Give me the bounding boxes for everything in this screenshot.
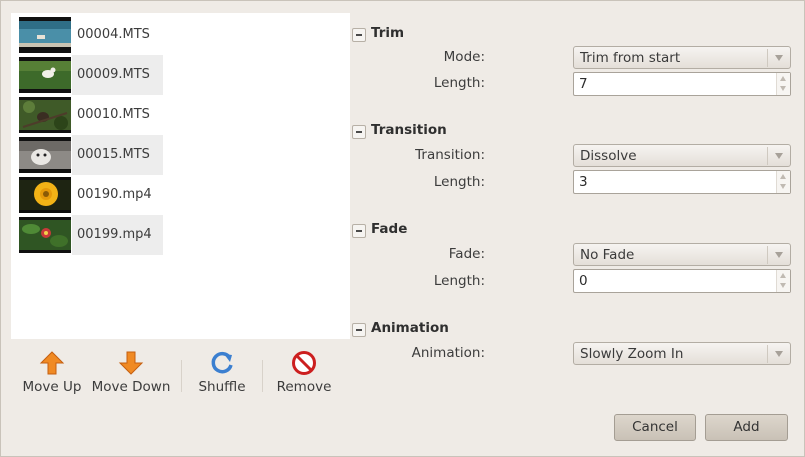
spin-up-icon bbox=[780, 273, 786, 278]
fade-collapse-toggle[interactable] bbox=[352, 224, 366, 238]
toolbar-separator bbox=[181, 360, 182, 392]
spin-buttons[interactable] bbox=[776, 171, 790, 193]
fade-type-select[interactable]: No Fade bbox=[573, 243, 791, 266]
trim-length-spinner[interactable]: 7 bbox=[573, 72, 791, 96]
shuffle-button[interactable]: Shuffle bbox=[194, 350, 250, 395]
chevron-down-icon bbox=[767, 147, 790, 165]
spin-down-icon bbox=[780, 283, 786, 288]
trim-collapse-toggle[interactable] bbox=[352, 28, 366, 42]
add-button[interactable]: Add bbox=[705, 414, 788, 441]
animation-title: Animation bbox=[371, 320, 449, 336]
fade-title: Fade bbox=[371, 221, 408, 237]
file-name: 00015.MTS bbox=[72, 135, 163, 175]
file-name: 00190.mp4 bbox=[77, 187, 152, 202]
arrow-down-icon bbox=[118, 351, 144, 375]
list-item[interactable]: 00004.MTS bbox=[11, 15, 350, 55]
pool-thumbnail bbox=[19, 17, 71, 53]
list-item[interactable]: 00199.mp4 bbox=[11, 215, 350, 255]
spin-buttons[interactable] bbox=[776, 270, 790, 292]
animation-type-value: Slowly Zoom In bbox=[580, 346, 684, 362]
fade-length-label: Length: bbox=[433, 273, 485, 289]
transition-length-value: 3 bbox=[579, 174, 588, 190]
chevron-down-icon bbox=[767, 246, 790, 264]
trim-mode-label: Mode: bbox=[443, 49, 485, 65]
flower-leaves-thumbnail bbox=[19, 217, 71, 253]
grass-bird-thumbnail bbox=[19, 57, 71, 93]
spin-up-icon bbox=[780, 76, 786, 81]
refresh-icon bbox=[211, 351, 233, 374]
transition-type-select[interactable]: Dissolve bbox=[573, 144, 791, 167]
animation-collapse-toggle[interactable] bbox=[352, 323, 366, 337]
cancel-button[interactable]: Cancel bbox=[614, 414, 696, 441]
remove-button[interactable]: Remove bbox=[275, 350, 333, 395]
chevron-down-icon bbox=[767, 49, 790, 67]
file-name: 00009.MTS bbox=[72, 55, 163, 95]
list-item[interactable]: 00190.mp4 bbox=[11, 175, 350, 215]
bird-branch-thumbnail bbox=[19, 97, 71, 133]
list-item[interactable]: 00010.MTS bbox=[11, 95, 350, 135]
trim-title: Trim bbox=[371, 25, 405, 41]
file-name: 00010.MTS bbox=[77, 107, 150, 122]
animation-type-select[interactable]: Slowly Zoom In bbox=[573, 342, 791, 365]
shuffle-label: Shuffle bbox=[198, 379, 246, 395]
file-name: 00199.mp4 bbox=[72, 215, 163, 255]
trim-mode-select[interactable]: Trim from start bbox=[573, 46, 791, 69]
fade-type-label: Fade: bbox=[448, 246, 485, 262]
transition-type-label: Transition: bbox=[415, 147, 485, 163]
spin-down-icon bbox=[780, 184, 786, 189]
transition-type-value: Dissolve bbox=[580, 148, 637, 164]
trim-mode-value: Trim from start bbox=[580, 50, 681, 66]
no-entry-icon bbox=[292, 351, 316, 375]
arrow-up-icon bbox=[39, 351, 65, 375]
sunflower-thumbnail bbox=[19, 177, 71, 213]
fade-type-value: No Fade bbox=[580, 247, 635, 263]
file-name: 00004.MTS bbox=[77, 27, 150, 42]
transition-collapse-toggle[interactable] bbox=[352, 125, 366, 139]
trim-length-label: Length: bbox=[433, 75, 485, 91]
transition-length-spinner[interactable]: 3 bbox=[573, 170, 791, 194]
transition-title: Transition bbox=[371, 122, 447, 138]
move-down-label: Move Down bbox=[91, 379, 171, 395]
remove-label: Remove bbox=[276, 379, 332, 395]
spin-down-icon bbox=[780, 86, 786, 91]
toolbar-separator bbox=[262, 360, 263, 392]
spin-up-icon bbox=[780, 174, 786, 179]
spin-buttons[interactable] bbox=[776, 73, 790, 95]
fade-length-spinner[interactable]: 0 bbox=[573, 269, 791, 293]
clip-list[interactable]: 00004.MTS 00009.MTS 00010.MTS 00015.MTS … bbox=[11, 13, 350, 339]
dog-thumbnail bbox=[19, 137, 71, 173]
trim-length-value: 7 bbox=[579, 76, 588, 92]
move-down-button[interactable]: Move Down bbox=[91, 350, 171, 395]
move-up-label: Move Up bbox=[22, 379, 82, 395]
chevron-down-icon bbox=[767, 345, 790, 363]
animation-type-label: Animation: bbox=[411, 345, 485, 361]
list-item[interactable]: 00015.MTS bbox=[11, 135, 350, 175]
fade-length-value: 0 bbox=[579, 273, 588, 289]
move-up-button[interactable]: Move Up bbox=[22, 350, 82, 395]
transition-length-label: Length: bbox=[433, 174, 485, 190]
list-item[interactable]: 00009.MTS bbox=[11, 55, 350, 95]
